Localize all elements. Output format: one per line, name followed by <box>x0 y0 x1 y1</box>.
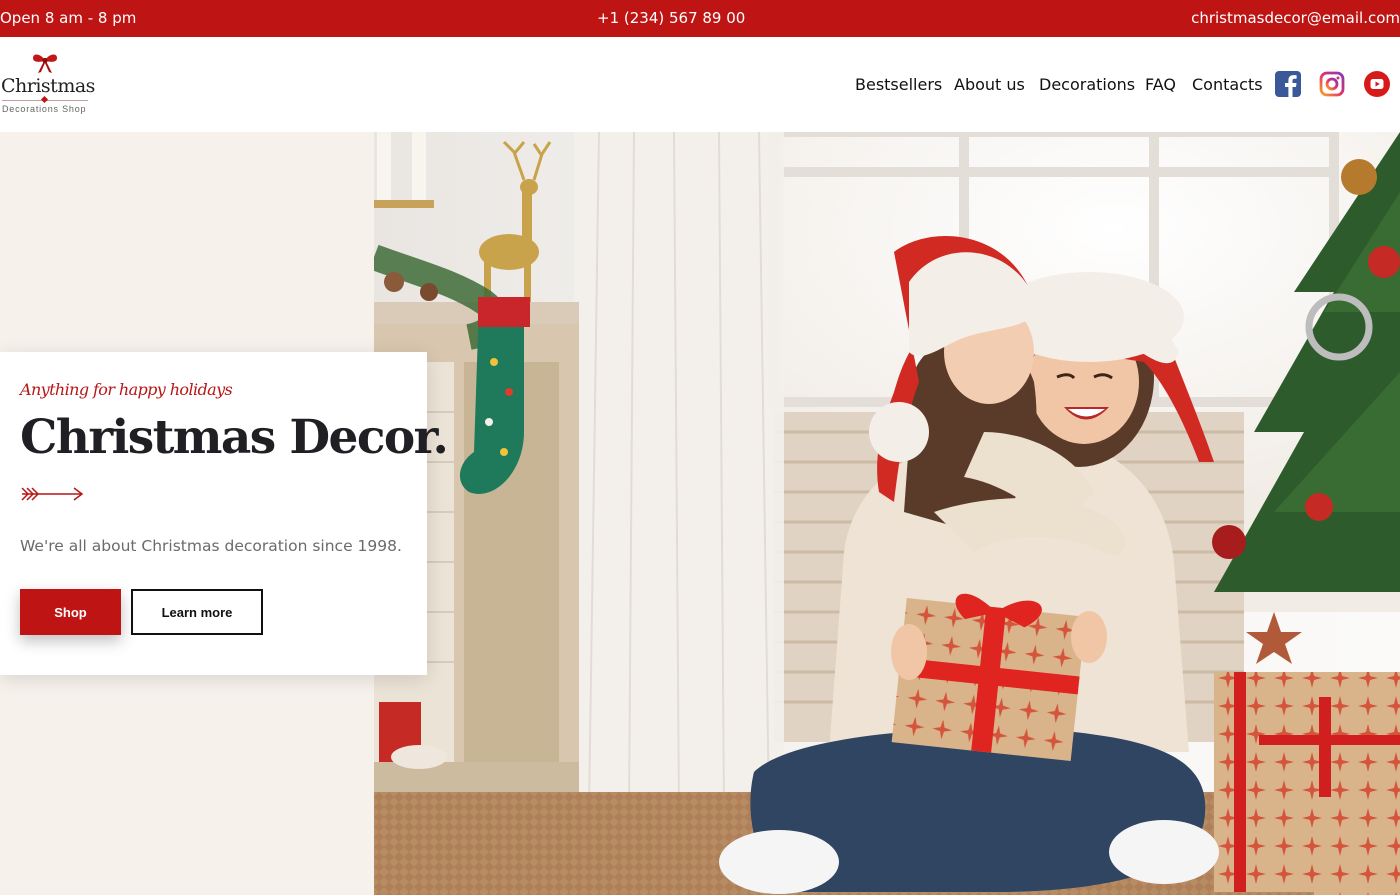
nav-bestsellers[interactable]: Bestsellers <box>855 75 942 94</box>
shop-button[interactable]: Shop <box>20 589 121 635</box>
arrow-icon <box>21 487 84 501</box>
hero-card: Anything for happy holidays Christmas De… <box>0 352 449 675</box>
logo-subtitle: Decorations Shop <box>2 104 87 114</box>
bow-icon <box>33 54 57 73</box>
youtube-icon[interactable] <box>1364 71 1390 97</box>
hero-image <box>374 132 1400 895</box>
logo[interactable]: Christmas Decorations Shop <box>0 49 95 119</box>
logo-title: Christmas <box>1 75 95 97</box>
facebook-icon[interactable] <box>1275 71 1301 97</box>
nav-faq[interactable]: FAQ <box>1145 75 1176 94</box>
hero-tagline: Anything for happy holidays <box>20 380 233 399</box>
opening-hours: Open 8 am - 8 pm <box>0 9 137 27</box>
instagram-icon[interactable] <box>1319 71 1345 97</box>
hero-description: We're all about Christmas decoration sin… <box>20 537 402 555</box>
phone-number[interactable]: +1 (234) 567 89 00 <box>597 9 745 27</box>
hero-headline: Christmas Decor. <box>20 410 449 465</box>
logo-dot <box>40 95 49 104</box>
nav-decorations[interactable]: Decorations <box>1039 75 1135 94</box>
nav-contacts[interactable]: Contacts <box>1192 75 1263 94</box>
top-info-bar: Open 8 am - 8 pm +1 (234) 567 89 00 chri… <box>0 0 1400 37</box>
site-header: Christmas Decorations Shop Bestsellers A… <box>0 37 1400 132</box>
nav-about-us[interactable]: About us <box>954 75 1025 94</box>
hero-photo-illustration <box>374 132 1400 895</box>
learn-more-button[interactable]: Learn more <box>131 589 263 635</box>
email-address[interactable]: christmasdecor@email.com <box>1191 9 1400 27</box>
